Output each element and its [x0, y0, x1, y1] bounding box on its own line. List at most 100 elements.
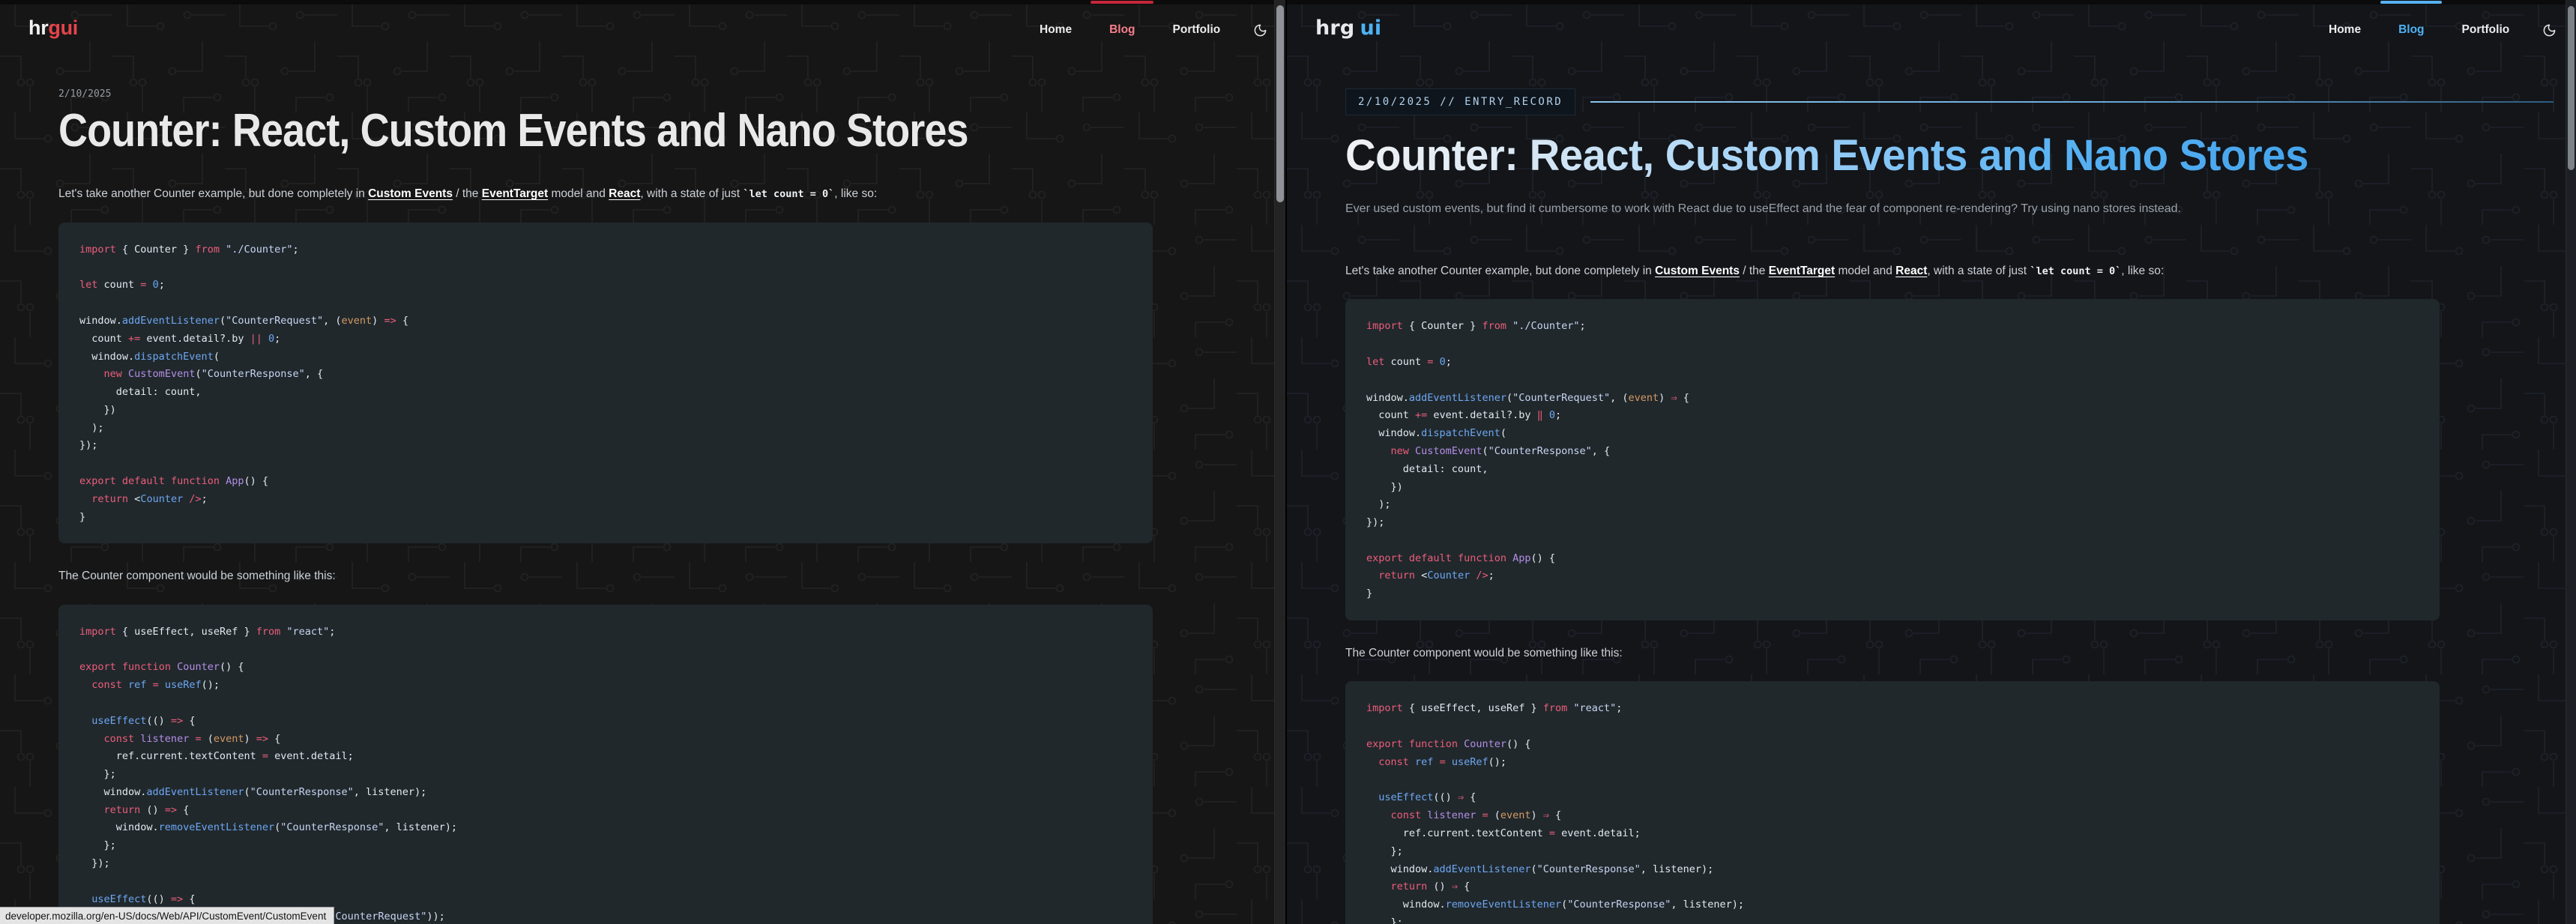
inline-link[interactable]: Custom Events: [368, 187, 453, 200]
code-line: window.removeEventListener("CounterRespo…: [79, 819, 1132, 837]
theme-toggle-button[interactable]: [2542, 23, 2557, 37]
intro-paragraph: Let's take another Counter example, but …: [1345, 262, 2440, 280]
code-line: useEffect(() => {: [79, 713, 1132, 731]
paragraph-text: model and: [548, 187, 609, 200]
code-line: [1366, 772, 2419, 790]
code-line: };: [1366, 914, 2419, 924]
inline-link[interactable]: EventTarget: [1769, 265, 1835, 277]
code-line: let count = 0;: [79, 277, 1132, 295]
code-line: export default function App() {: [1366, 550, 2419, 568]
article-content: 2/10/2025 Counter: React, Custom Events …: [58, 88, 1153, 924]
code-line: [1366, 718, 2419, 736]
code-block-app-example: import { Counter } from "./Counter"; let…: [58, 223, 1153, 544]
main-nav: Home Blog Portfolio: [2329, 4, 2557, 55]
left-browser-window: hrgui Home Blog Portfolio 2/10/2025 Coun…: [0, 0, 1285, 924]
code-line: new CustomEvent("CounterResponse", {: [1366, 443, 2419, 461]
link-preview-status-bar: developer.mozilla.org/en-US/docs/Web/API…: [0, 907, 334, 924]
nav-home[interactable]: Home: [2329, 23, 2361, 37]
code-line: import { Counter } from "./Counter";: [1366, 318, 2419, 336]
code-line: ref.current.textContent = event.detail;: [1366, 825, 2419, 843]
code-line: window.addEventListener("CounterRequest"…: [1366, 390, 2419, 408]
code-line: window.removeEventListener("CounterRespo…: [1366, 896, 2419, 914]
paragraph-text: model and: [1835, 265, 1895, 277]
code-line: }): [1366, 479, 2419, 497]
code-line: return <Counter />;: [79, 491, 1132, 509]
moon-icon: [1253, 23, 1267, 37]
post-title: Counter: React, Custom Events and Nano S…: [1345, 133, 2407, 179]
right-window-scrollbar[interactable]: [2566, 0, 2576, 924]
main-nav: Home Blog Portfolio: [1040, 4, 1267, 55]
code-line: [79, 295, 1132, 312]
scrollbar-thumb[interactable]: [1276, 5, 1284, 202]
code-line: useEffect(() => {: [79, 891, 1132, 909]
inline-code: `let count = 0`: [2030, 265, 2121, 277]
code-line: [1366, 336, 2419, 354]
inline-link[interactable]: EventTarget: [482, 187, 548, 200]
inline-link[interactable]: React: [609, 187, 640, 200]
code-line: };: [1366, 843, 2419, 861]
site-logo[interactable]: hrgui: [1315, 16, 1381, 40]
nav-portfolio[interactable]: Portfolio: [1173, 23, 1221, 37]
inline-link[interactable]: React: [1895, 265, 1927, 277]
paragraph-text: Let's take another Counter example, but …: [1345, 265, 1655, 277]
code-line: const ref = useRef();: [1366, 754, 2419, 772]
active-tab-indicator: [1091, 1, 1153, 4]
code-line: window.dispatchEvent(: [79, 348, 1132, 366]
code-line: ref.current.textContent = event.detail;: [79, 748, 1132, 766]
scrollbar-thumb[interactable]: [2568, 6, 2575, 170]
code-line: window.dispatchEvent(: [1366, 425, 2419, 443]
code-line: detail: count,: [1366, 461, 2419, 479]
logo-primary: hr: [28, 16, 48, 39]
post-meta-badge: 2/10/2025 // ENTRY_RECORD: [1345, 88, 1575, 115]
site-logo[interactable]: hrgui: [28, 16, 78, 40]
article-content: 2/10/2025 // ENTRY_RECORD Counter: React…: [1345, 88, 2440, 924]
code-line: const ref = useRef();: [79, 677, 1132, 695]
code-line: );: [1366, 496, 2419, 514]
code-line: }): [79, 402, 1132, 420]
paragraph-text: , like so:: [834, 187, 877, 200]
theme-toggle-button[interactable]: [1253, 23, 1267, 37]
code-line: const listener = (event) ⇒ {: [1366, 807, 2419, 825]
code-line: count += event.detail?.by || 0;: [79, 330, 1132, 348]
nav-home[interactable]: Home: [1040, 23, 1072, 37]
logo-primary: hrg: [1315, 16, 1354, 40]
moon-icon: [2542, 23, 2557, 37]
code-line: const listener = (event) => {: [79, 731, 1132, 749]
paragraph-text: , like so:: [2121, 265, 2164, 277]
code-line: };: [79, 766, 1132, 784]
intro-paragraph: Let's take another Counter example, but …: [58, 185, 1153, 202]
code-block-counter-component: import { useEffect, useRef } from "react…: [58, 605, 1153, 924]
active-tab-indicator: [2380, 1, 2442, 4]
code-line: export function Counter() {: [1366, 736, 2419, 754]
logo-accent: ui: [1360, 16, 1381, 40]
post-meta-row: 2/10/2025 // ENTRY_RECORD: [1345, 88, 2554, 115]
code-line: }: [79, 509, 1132, 527]
inline-link[interactable]: Custom Events: [1655, 265, 1740, 277]
code-line: [79, 455, 1132, 473]
site-header: hrgui Home Blog Portfolio: [0, 0, 1285, 55]
code-line: [79, 873, 1132, 891]
code-line: }: [1366, 585, 2419, 603]
code-line: });: [1366, 514, 2419, 532]
left-window-scrollbar[interactable]: [1274, 0, 1285, 924]
nav-blog[interactable]: Blog: [1109, 23, 1135, 37]
code-line: });: [79, 437, 1132, 455]
code-line: window.addEventListener("CounterResponse…: [79, 784, 1132, 802]
meta-divider-line: [1590, 101, 2554, 103]
paragraph-text: , with a state of just: [640, 187, 743, 200]
nav-portfolio[interactable]: Portfolio: [2462, 23, 2510, 37]
code-block-counter-component: import { useEffect, useRef } from "react…: [1345, 681, 2440, 924]
code-line: return () => {: [79, 802, 1132, 820]
code-line: [1366, 532, 2419, 550]
paragraph-text: / the: [453, 187, 482, 200]
code-line: [79, 259, 1132, 277]
code-line: return <Counter />;: [1366, 567, 2419, 585]
post-subtitle: Ever used custom events, but find it cum…: [1345, 200, 2440, 217]
site-header: hrgui Home Blog Portfolio: [1287, 0, 2576, 55]
post-date: 2/10/2025: [58, 88, 1153, 100]
code-block-app-example: import { Counter } from "./Counter"; let…: [1345, 299, 2440, 620]
code-line: count += event.detail?.by ‖ 0;: [1366, 407, 2419, 425]
inline-code: `let count = 0`: [743, 188, 834, 200]
nav-blog[interactable]: Blog: [2398, 23, 2424, 37]
paragraph-text: Let's take another Counter example, but …: [58, 187, 368, 200]
